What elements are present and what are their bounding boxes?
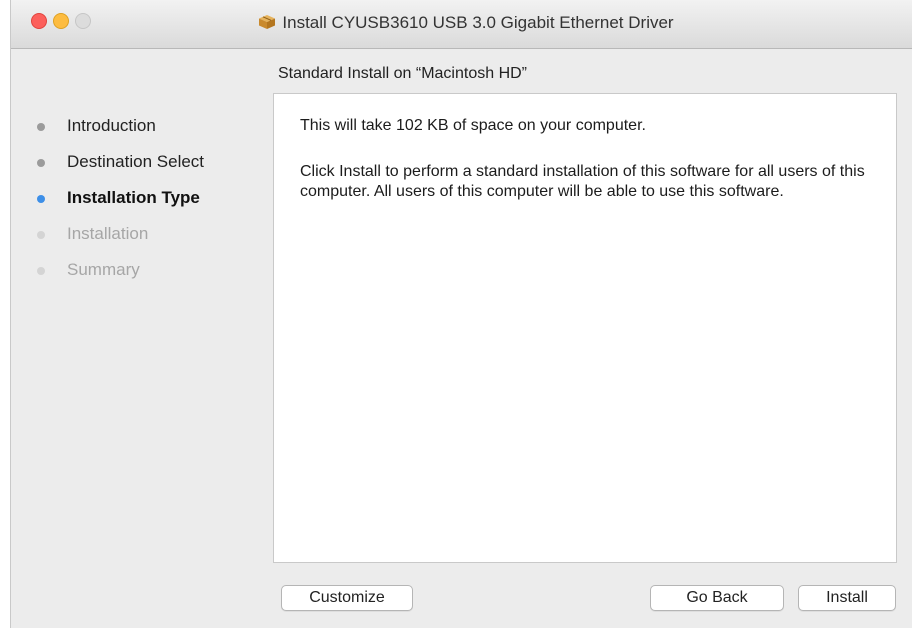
step-label: Destination Select [67, 152, 205, 171]
step-indicator-dot [37, 231, 45, 239]
step-indicator-dot [37, 159, 45, 167]
step-label: Summary [67, 260, 140, 279]
step-label: Introduction [67, 116, 156, 135]
step-indicator-dot [37, 123, 45, 131]
space-required-text: This will take 102 KB of space on your c… [300, 117, 646, 134]
installer-window: Install CYUSB3610 USB 3.0 Gigabit Ethern… [10, 0, 912, 628]
install-location-title: Standard Install on “Macintosh HD” [278, 65, 527, 82]
step-indicator-dot [37, 195, 45, 203]
install-button[interactable]: Install [798, 585, 896, 611]
content-panel: This will take 102 KB of space on your c… [273, 93, 897, 563]
package-icon [258, 14, 276, 35]
customize-button[interactable]: Customize [281, 585, 413, 611]
go-back-button[interactable]: Go Back [650, 585, 784, 611]
step-label: Installation [67, 224, 149, 243]
title-bar[interactable]: Install CYUSB3610 USB 3.0 Gigabit Ethern… [11, 0, 912, 49]
step-label: Installation Type [67, 188, 200, 207]
window-title-group: Install CYUSB3610 USB 3.0 Gigabit Ethern… [11, 13, 912, 35]
step-indicator-dot [37, 267, 45, 275]
install-description-text: Click Install to perform a standard inst… [300, 163, 865, 200]
window-title: Install CYUSB3610 USB 3.0 Gigabit Ethern… [282, 13, 674, 32]
